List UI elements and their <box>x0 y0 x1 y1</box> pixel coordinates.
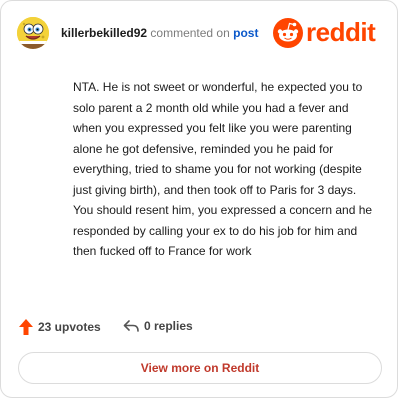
reddit-logo[interactable]: reddit <box>273 15 385 51</box>
upvote-arrow-icon <box>19 319 33 335</box>
commented-on-text: commented on <box>150 26 230 40</box>
reddit-wordmark: reddit <box>306 17 376 47</box>
username[interactable]: killerbekilled92 <box>61 26 147 40</box>
reddit-snoo-icon <box>273 18 303 48</box>
comment-body: NTA. He is not sweet or wonderful, he ex… <box>73 80 373 258</box>
upvote-button[interactable]: 23 upvotes <box>19 319 101 335</box>
reply-arrow-icon <box>123 320 139 332</box>
replies-count: 0 replies <box>144 319 193 333</box>
post-link[interactable]: post <box>233 26 258 40</box>
view-more-button[interactable]: View more on Reddit <box>18 352 382 384</box>
avatar-image <box>17 17 49 49</box>
upvotes-count: 23 upvotes <box>38 320 101 334</box>
reply-button[interactable]: 0 replies <box>123 319 193 333</box>
avatar[interactable] <box>17 17 49 49</box>
comment-card: killerbekilled92 commented on post reddi… <box>0 0 398 398</box>
comment-header: killerbekilled92 commented on post reddi… <box>17 15 385 51</box>
comment-meta: killerbekilled92 commented on post <box>61 26 258 40</box>
